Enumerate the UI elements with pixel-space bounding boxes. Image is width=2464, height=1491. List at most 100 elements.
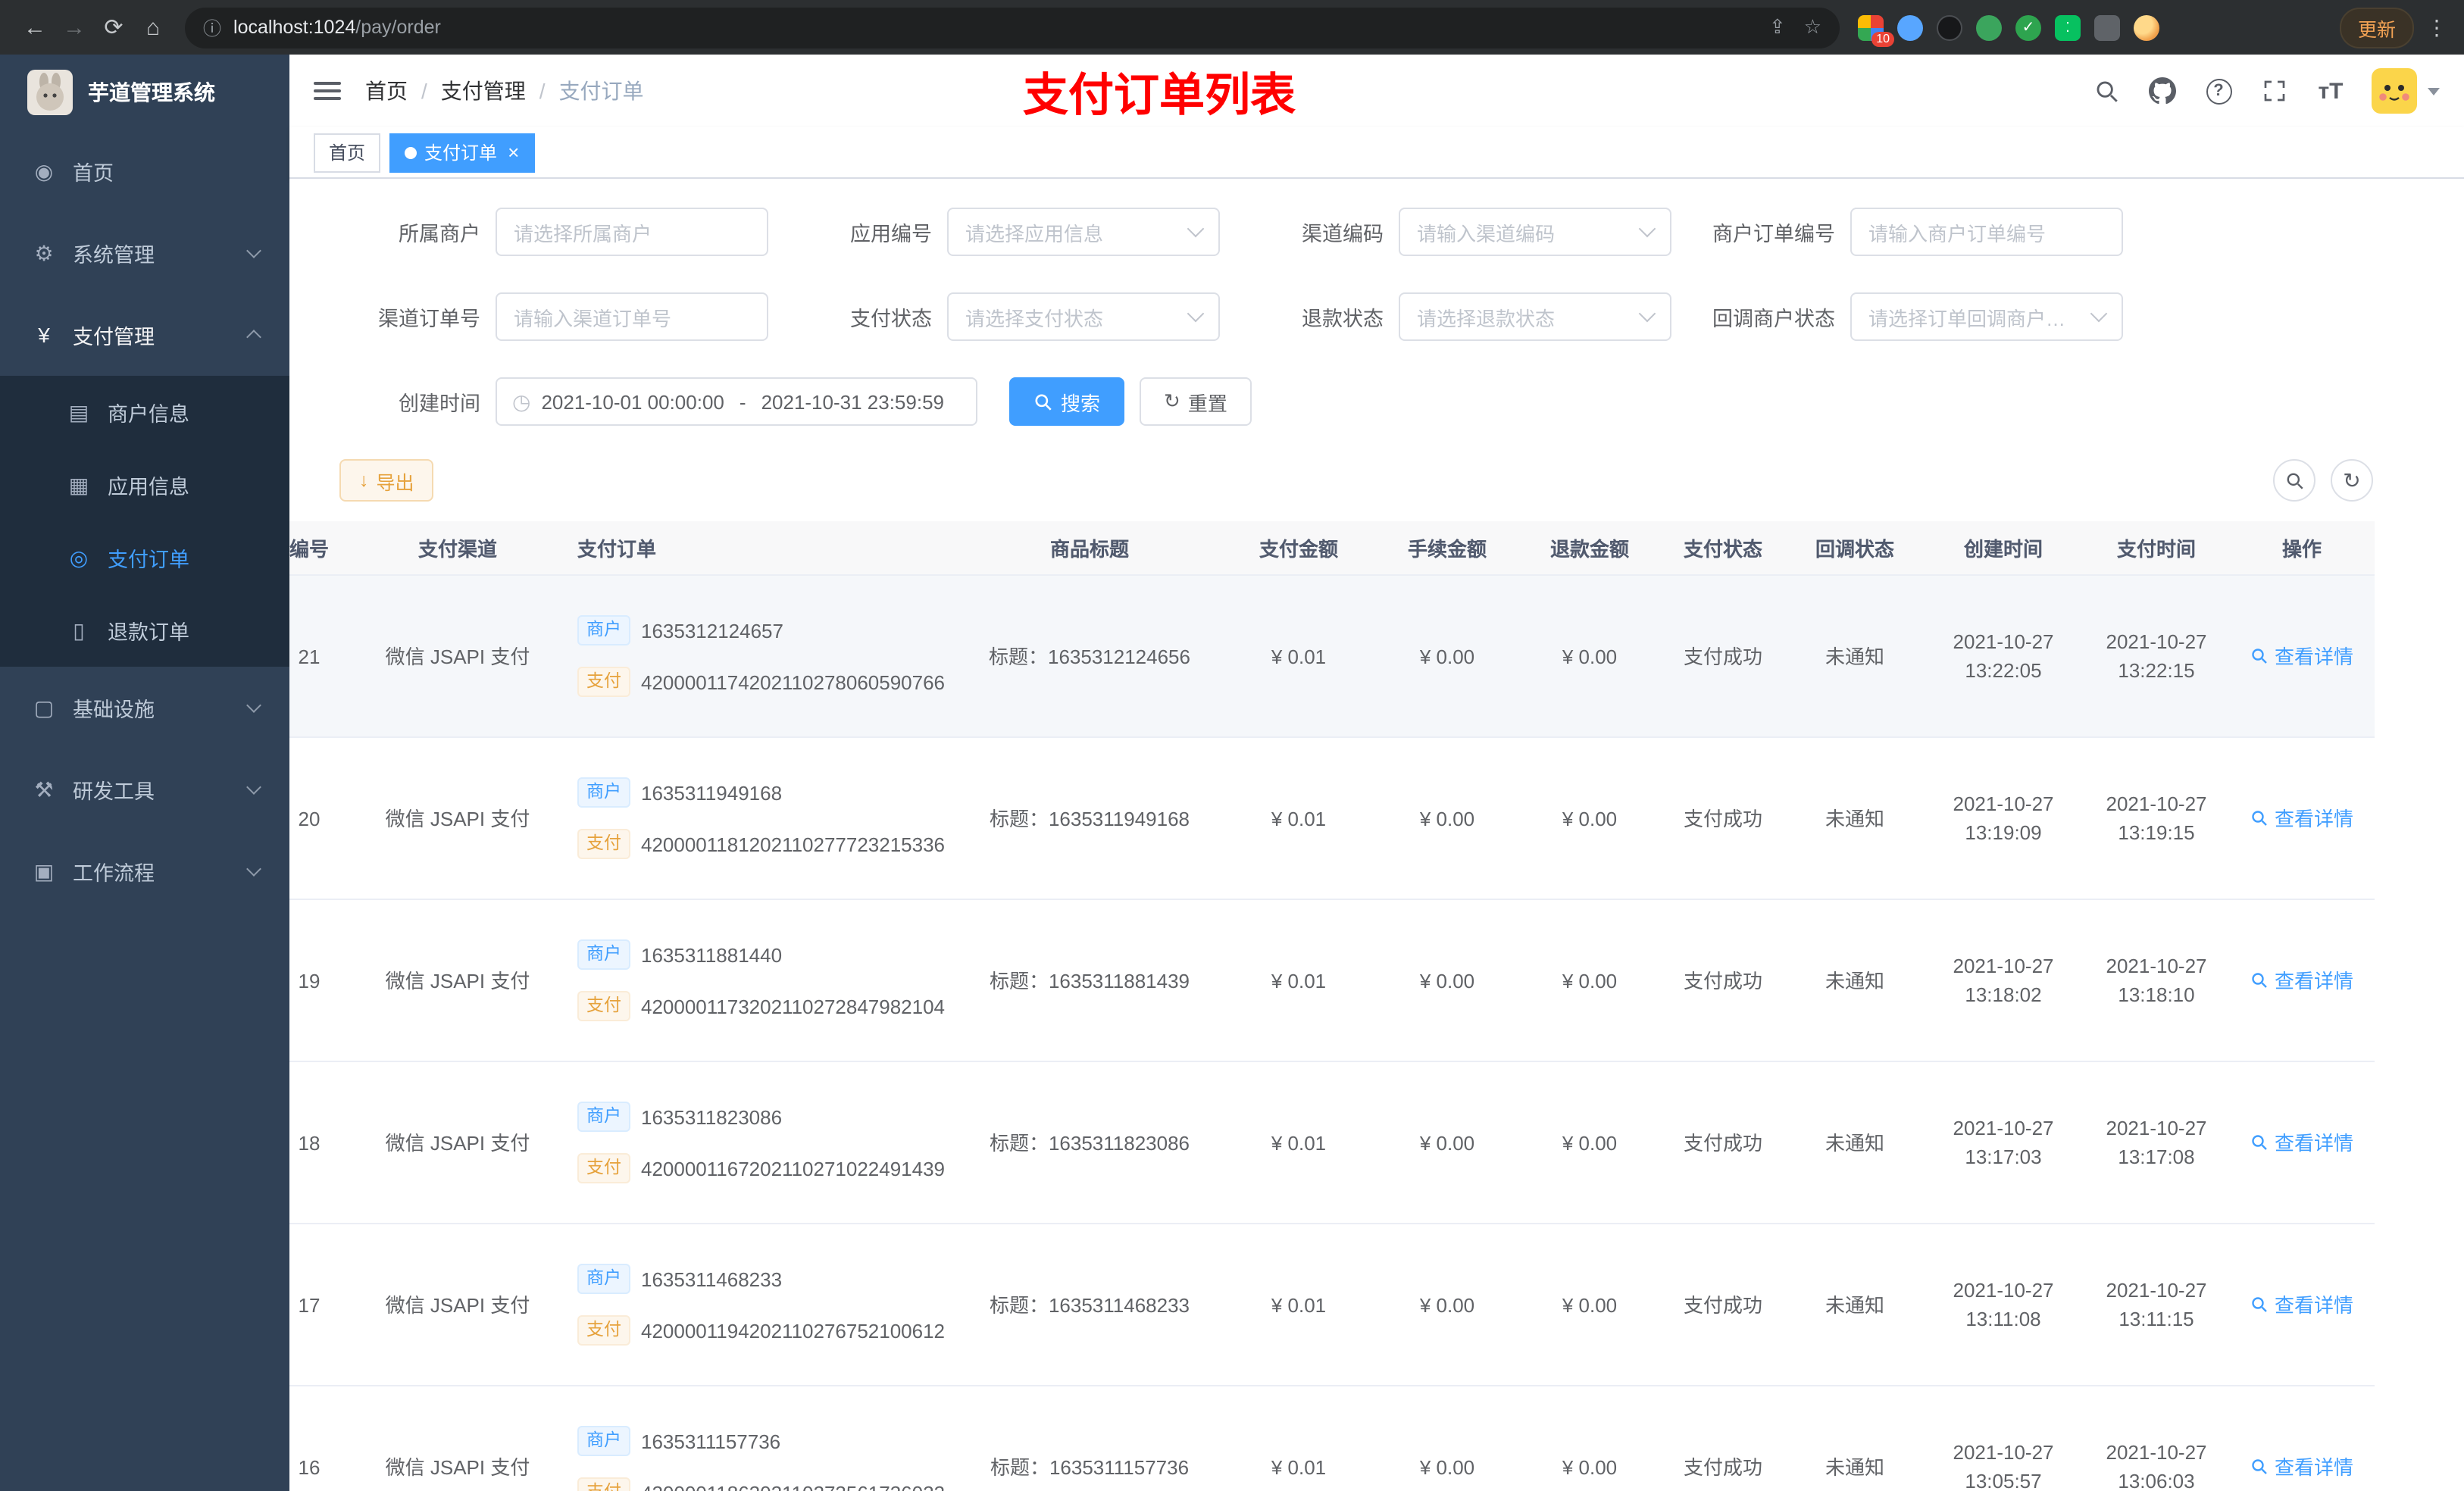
cell-amount: ¥ 0.01 [1271, 645, 1327, 667]
chevron-down-icon [1638, 220, 1656, 238]
tab-home[interactable]: 首页 [314, 133, 381, 172]
toggle-search-icon[interactable] [2273, 459, 2315, 502]
extensions-puzzle-icon[interactable] [2094, 14, 2120, 40]
table-row: 17 微信 JSAPI 支付 商户 1635311468233 支付 4200001194… [289, 1224, 2375, 1386]
refund-status-select[interactable]: 请选择退款状态 [1399, 292, 1671, 341]
sidebar-item-dev-tools[interactable]: ⚒ 研发工具 [0, 749, 289, 830]
cell-channel: 微信 JSAPI 支付 [385, 1293, 530, 1316]
content: 所属商户 请选择所属商户 应用编号 请选择应用信息 渠道编码 请输入渠道编码 商户订单编号请… [289, 179, 2464, 1491]
sidebar-item-system[interactable]: ⚙ 系统管理 [0, 212, 289, 294]
notify-status-select[interactable]: 请选择订单回调商户状态 [1850, 292, 2123, 341]
chevron-down-icon [246, 861, 261, 877]
view-detail-link[interactable]: 查看详情 [2250, 642, 2353, 670]
search-icon[interactable] [2091, 76, 2122, 106]
cell-amount: ¥ 0.01 [1271, 1293, 1327, 1316]
sidebar-item-home[interactable]: ◉ 首页 [0, 130, 289, 212]
view-detail-link[interactable]: 查看详情 [2250, 966, 2353, 995]
date-line: 13:17:08 [2118, 1146, 2195, 1168]
export-button[interactable]: ↓ 导出 [339, 459, 434, 502]
browser-menu-icon[interactable]: ⋮ [2426, 14, 2449, 40]
address-bar[interactable]: ⓘ localhost:1024 /pay/order ⇪ ☆ [185, 7, 1840, 48]
cell-refund: ¥ 0.00 [1562, 645, 1618, 667]
chevron-down-icon [1187, 305, 1205, 323]
extension-icon[interactable] [1976, 14, 2002, 40]
sidebar-item-pay-order[interactable]: ◎ 支付订单 [0, 521, 289, 594]
view-detail-link[interactable]: 查看详情 [2250, 1128, 2353, 1157]
order-numbers: 商户 1635311881440 支付 42000011732021102728479… [577, 939, 945, 1021]
date-line: 2021-10-27 [2106, 1117, 2207, 1139]
channel-order-no-input[interactable]: 请输入渠道订单号 [496, 292, 768, 341]
column-header-status: 支付状态 [1683, 538, 1762, 561]
sidebar-item-infrastructure[interactable]: ▢ 基础设施 [0, 667, 289, 749]
chevron-down-icon [2090, 305, 2108, 323]
browser-profile-avatar[interactable] [2134, 14, 2159, 40]
browser-update-button[interactable]: 更新 [2339, 7, 2414, 48]
merchant-input[interactable]: 请选择所属商户 [496, 208, 768, 256]
pay-tag: 支付 [577, 1153, 630, 1183]
share-icon[interactable]: ⇪ [1769, 15, 1786, 39]
order-numbers: 商户 1635311823086 支付 42000011672021102710224… [577, 1102, 945, 1183]
view-detail-link[interactable]: 查看详情 [2250, 804, 2353, 833]
breadcrumb-item[interactable]: 支付管理 [441, 76, 526, 106]
filter-app-no: 应用编号 请选择应用信息 [802, 208, 1220, 256]
reload-icon[interactable]: ⟳ [94, 8, 133, 47]
extension-icon[interactable]: ✓ [2015, 14, 2041, 40]
cell-title: 标题：1635311881439 [989, 969, 1190, 992]
column-header-order: 支付订单 [577, 538, 657, 561]
page-title: 支付订单列表 [1023, 71, 1296, 121]
sidebar-item-refund-order[interactable]: ▯ 退款订单 [0, 594, 289, 667]
view-detail-link[interactable]: 查看详情 [2250, 1290, 2353, 1319]
cell-channel: 微信 JSAPI 支付 [385, 645, 530, 667]
refresh-table-icon[interactable]: ↻ [2331, 459, 2373, 502]
extension-icon[interactable]: ⁚ [2055, 14, 2081, 40]
extension-icon[interactable] [1937, 14, 1962, 40]
back-icon[interactable]: ← [15, 8, 55, 47]
cell-fee: ¥ 0.00 [1419, 1131, 1475, 1154]
extension-icon[interactable] [1897, 14, 1923, 40]
sidebar-item-app-info[interactable]: ▦ 应用信息 [0, 449, 289, 521]
sidebar-item-payment[interactable]: ¥ 支付管理 [0, 294, 289, 376]
cell-order: 商户 1635312124657 支付 42000011742021102780605… [550, 615, 956, 697]
app-no-select[interactable]: 请选择应用信息 [947, 208, 1220, 256]
placeholder-text: 请选择支付状态 [965, 307, 1104, 330]
date-line: 2021-10-27 [2106, 1279, 2207, 1302]
reset-button[interactable]: ↻ 重置 [1140, 377, 1252, 426]
column-header-title: 商品标题 [1049, 538, 1129, 561]
date-line: 13:18:02 [1965, 983, 2042, 1006]
fullscreen-icon[interactable] [2259, 76, 2290, 106]
bookmark-star-icon[interactable]: ☆ [1804, 15, 1821, 39]
extension-icon[interactable]: 10 [1858, 14, 1894, 46]
date-line: 2021-10-27 [2106, 955, 2207, 977]
home-icon[interactable]: ⌂ [133, 8, 173, 47]
placeholder-text: 请输入渠道编码 [1417, 222, 1556, 245]
hamburger-icon[interactable] [314, 82, 341, 100]
pay-tag: 支付 [577, 829, 630, 859]
user-menu[interactable] [2372, 68, 2440, 114]
cell-notify: 未通知 [1825, 1293, 1884, 1316]
merchant-order-no-input[interactable]: 请输入商户订单编号 [1850, 208, 2123, 256]
breadcrumb-item[interactable]: 首页 [365, 76, 408, 106]
active-dot [405, 146, 417, 158]
site-info-icon[interactable]: ⓘ [203, 14, 221, 40]
merchant-order-no: 1635311157736 [641, 1430, 781, 1452]
tab-pay-order[interactable]: 支付订单 × [389, 133, 535, 172]
table-header: 编号 支付渠道 支付订单 商品标题 支付金额 手续金额 退款金额 支付状态 回调状态 创建时间 支付… [289, 521, 2375, 576]
close-icon[interactable]: × [508, 142, 519, 162]
github-icon[interactable] [2147, 76, 2178, 106]
create-time-range-input[interactable]: ◷ 2021-10-01 00:00:00 - 2021-10-31 23:59… [496, 377, 977, 426]
chevron-down-icon [246, 243, 261, 258]
view-detail-link[interactable]: 查看详情 [2250, 1452, 2353, 1481]
sidebar-item-workflow[interactable]: ▣ 工作流程 [0, 830, 289, 912]
sidebar-item-label: 退款订单 [108, 621, 189, 644]
search-button[interactable]: 搜索 [1009, 377, 1125, 426]
cell-channel: 微信 JSAPI 支付 [385, 807, 530, 830]
channel-code-select[interactable]: 请输入渠道编码 [1399, 208, 1671, 256]
order-numbers: 商户 1635311157736 支付 42000011862021102735617… [577, 1426, 945, 1491]
placeholder-text: 请选择所属商户 [514, 222, 652, 245]
pay-status-select[interactable]: 请选择支付状态 [947, 292, 1220, 341]
forward-icon[interactable]: → [55, 8, 94, 47]
help-icon[interactable]: ? [2203, 76, 2234, 106]
monitor-icon: ▢ [33, 695, 55, 719]
font-size-icon[interactable]: тT [2315, 76, 2346, 106]
sidebar-item-merchant-info[interactable]: ▤ 商户信息 [0, 376, 289, 449]
